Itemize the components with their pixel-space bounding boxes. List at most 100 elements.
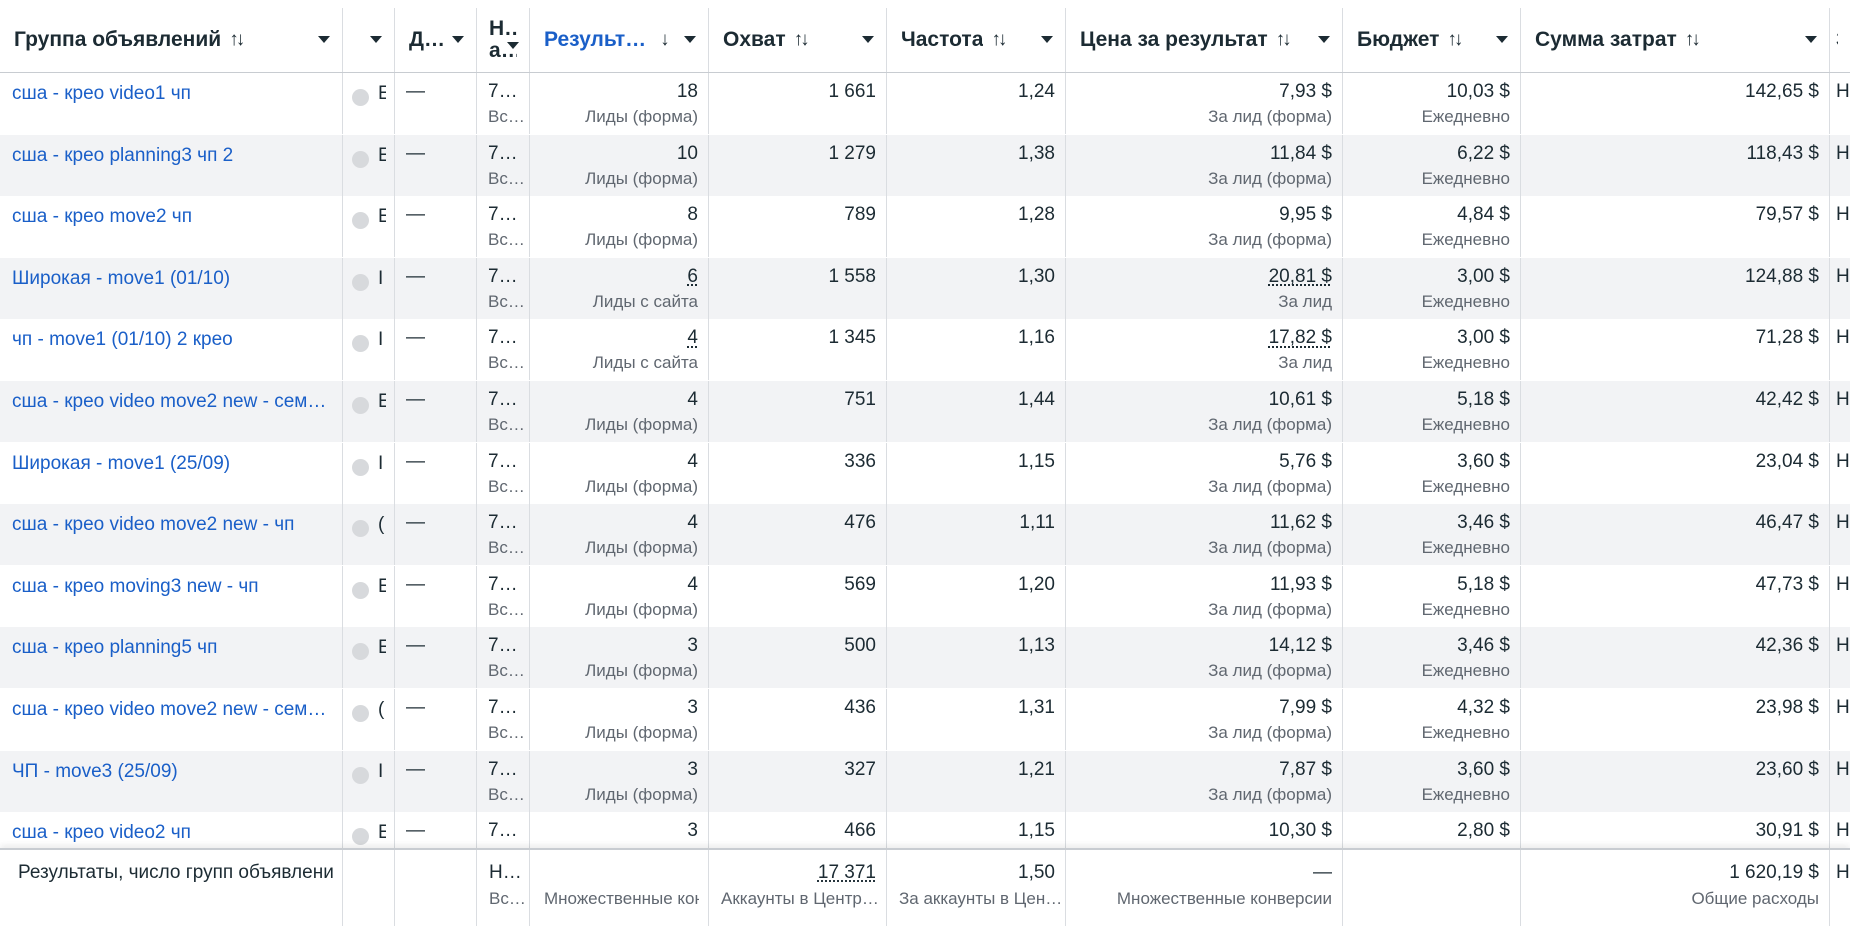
cpr-value: 5,76 $ xyxy=(1279,450,1332,472)
cpr-type: За лид (форма) xyxy=(1208,415,1332,434)
budget-value[interactable]: 5,18 $ xyxy=(1457,574,1510,596)
ad-set-name-link[interactable]: ЧП - move3 (25/09) xyxy=(12,761,178,783)
column-header-reach[interactable]: Охват ↑↓ xyxy=(709,8,887,72)
ad-set-name-link[interactable]: сша - крео move2 чп xyxy=(12,206,192,228)
cell-results: 3 Лиды (форма) xyxy=(530,750,709,812)
status-text: E xyxy=(378,822,386,844)
column-menu-caret-icon[interactable] xyxy=(862,36,874,43)
table-row[interactable]: сша - крео planning5 чп 3 Лиды (форма) 500 1… xyxy=(0,627,1850,689)
ad-set-name-link[interactable]: сша - крео video1 чп xyxy=(12,83,191,105)
ad-set-name-link[interactable]: сша - крео video move2 new - сем… xyxy=(12,391,326,413)
footer-spend-value: 1 620,19 $ xyxy=(1729,862,1819,883)
ad-set-name-link[interactable]: Широкая - move1 (25/09) xyxy=(12,453,230,475)
table-row[interactable]: сша - крео video1 чп 18 Лиды (форма) 1 661 1… xyxy=(0,73,1850,134)
footer-reach-value[interactable]: 17 371 xyxy=(818,862,876,884)
table-row[interactable]: сша - крео move2 чп 8 Лиды (форма) 789 1,28 9… xyxy=(0,196,1850,258)
budget-value[interactable]: 2,80 $ xyxy=(1457,820,1510,842)
column-header-name[interactable]: Группа объявлений ↑↓ xyxy=(0,8,343,72)
table-row[interactable]: сша - крео video move2 new - сем… 4 Лиды (… xyxy=(0,381,1850,442)
column-header-results[interactable]: Результ… ↓ xyxy=(530,8,709,72)
table-row[interactable]: ЧП - move3 (25/09) 3 Лиды (форма) 327 1,21 7,… xyxy=(0,750,1850,812)
table-row[interactable]: чп - move1 (01/10) 2 крео 4 Лиды с сайта 1 … xyxy=(0,319,1850,381)
table-row[interactable]: сша - крео moving3 new - чп 4 Лиды (форма)… xyxy=(0,565,1850,627)
table-row[interactable]: Широкая - move1 (25/09) 4 Лиды (форма) 336 1… xyxy=(0,442,1850,504)
cell-budget: 3,00 $ Ежедневно xyxy=(1343,257,1521,319)
sort-toggle-icon[interactable]: ↑↓ xyxy=(229,29,245,51)
table-row[interactable]: Широкая - move1 (01/10) 6 Лиды с сайта 1 55… xyxy=(0,257,1850,319)
table-row[interactable]: сша - крео video move2 new - сем… 3 Лиды (… xyxy=(0,689,1850,750)
column-header-status[interactable] xyxy=(343,8,395,72)
column-menu-caret-icon[interactable] xyxy=(452,36,464,43)
table-row[interactable]: сша - крео video move2 new - чп 4 Лиды (фо… xyxy=(0,504,1850,566)
cell-reach: 1 661 xyxy=(709,73,887,134)
budget-value[interactable]: 3,46 $ xyxy=(1457,512,1510,534)
column-menu-caret-icon[interactable] xyxy=(370,36,382,43)
column-header-delivery[interactable]: Д… xyxy=(395,8,477,72)
budget-value[interactable]: 6,22 $ xyxy=(1457,143,1510,165)
column-header-cost-per-result[interactable]: Цена за результат ↑↓ xyxy=(1066,8,1343,72)
delivery-dash-icon: — xyxy=(406,697,425,718)
column-header-attribution[interactable]: Н… а… xyxy=(477,8,530,72)
delivery-dash-icon: — xyxy=(406,265,425,287)
footer-reach-cell: 17 371 Аккаунты в Центр… xyxy=(709,850,887,926)
ad-set-name-link[interactable]: чп - move1 (01/10) 2 крео xyxy=(12,329,233,351)
more-value: Н xyxy=(1836,142,1850,164)
column-header-more[interactable]: З xyxy=(1830,8,1850,72)
cell-name: ЧП - move3 (25/09) xyxy=(0,750,343,812)
reach-value: 789 xyxy=(844,204,876,226)
budget-value[interactable]: 4,84 $ xyxy=(1457,204,1510,226)
cell-reach: 1 558 xyxy=(709,257,887,319)
footer-results-sub: Множественные кон xyxy=(544,889,699,908)
budget-value[interactable]: 3,00 $ xyxy=(1457,266,1510,288)
cpr-value: 7,87 $ xyxy=(1279,758,1332,780)
column-menu-caret-icon[interactable] xyxy=(318,36,330,43)
results-type: Лиды (форма) xyxy=(585,599,698,619)
reach-value: 336 xyxy=(844,450,876,472)
column-menu-caret-icon[interactable] xyxy=(1805,36,1817,43)
column-menu-caret-icon[interactable] xyxy=(1041,36,1053,43)
budget-value[interactable]: 3,00 $ xyxy=(1457,327,1510,349)
results-value: 4 xyxy=(687,512,698,534)
cell-budget: 3,46 $ Ежедневно xyxy=(1343,627,1521,689)
ad-set-name-link[interactable]: сша - крео video move2 new - чп xyxy=(12,514,294,536)
column-menu-caret-icon[interactable] xyxy=(507,42,519,49)
budget-value[interactable]: 5,18 $ xyxy=(1457,389,1510,411)
budget-value[interactable]: 3,60 $ xyxy=(1457,759,1510,781)
status-text: E xyxy=(378,575,386,597)
footer-more-value: Н xyxy=(1836,862,1850,883)
sort-descending-icon[interactable]: ↓ xyxy=(660,29,669,51)
sort-toggle-icon[interactable]: ↑↓ xyxy=(794,29,810,51)
budget-value[interactable]: 3,46 $ xyxy=(1457,635,1510,657)
ad-set-name-link[interactable]: Широкая - move1 (01/10) xyxy=(12,268,230,290)
budget-value[interactable]: 4,32 $ xyxy=(1457,697,1510,719)
cell-more: Н xyxy=(1830,73,1850,134)
budget-value[interactable]: 3,60 $ xyxy=(1457,451,1510,473)
budget-value[interactable]: 10,03 $ xyxy=(1447,81,1510,103)
column-menu-caret-icon[interactable] xyxy=(1318,36,1330,43)
footer-frequency-cell: 1,50 За аккаунты в Цен… xyxy=(887,850,1066,926)
cell-name: чп - move1 (01/10) 2 крео xyxy=(0,319,343,381)
footer-cpr-value: — xyxy=(1313,862,1332,883)
column-header-spend[interactable]: Сумма затрат ↑↓ xyxy=(1521,8,1830,72)
cpr-value: 7,93 $ xyxy=(1279,81,1332,102)
column-header-budget[interactable]: Бюджет ↑↓ xyxy=(1343,8,1521,72)
results-value: 3 xyxy=(687,697,698,718)
spend-value: 46,47 $ xyxy=(1755,512,1819,534)
column-menu-caret-icon[interactable] xyxy=(1496,36,1508,43)
column-header-frequency[interactable]: Частота ↑↓ xyxy=(887,8,1066,72)
attribution-sub: Вс… xyxy=(488,353,525,373)
sort-toggle-icon[interactable]: ↑↓ xyxy=(1685,29,1701,51)
sort-toggle-icon[interactable]: ↑↓ xyxy=(1447,29,1463,51)
ad-set-name-link[interactable]: сша - крео video2 чп xyxy=(12,822,191,844)
sort-toggle-icon[interactable]: ↑↓ xyxy=(991,29,1007,51)
ad-set-name-link[interactable]: сша - крео planning3 чп 2 xyxy=(12,145,233,167)
ad-set-name-link[interactable]: сша - крео planning5 чп xyxy=(12,637,217,659)
status-text: E xyxy=(378,391,386,412)
sort-toggle-icon[interactable]: ↑↓ xyxy=(1276,29,1292,51)
frequency-value: 1,20 xyxy=(1018,573,1055,595)
column-menu-caret-icon[interactable] xyxy=(684,36,696,43)
table-row[interactable]: сша - крео planning3 чп 2 10 Лиды (форма) 1… xyxy=(0,134,1850,196)
ad-set-name-link[interactable]: сша - крео video move2 new - сем… xyxy=(12,699,326,721)
ad-set-name-link[interactable]: сша - крео moving3 new - чп xyxy=(12,576,259,598)
cell-cost-per-result: 9,95 $ За лид (форма) xyxy=(1066,196,1343,258)
